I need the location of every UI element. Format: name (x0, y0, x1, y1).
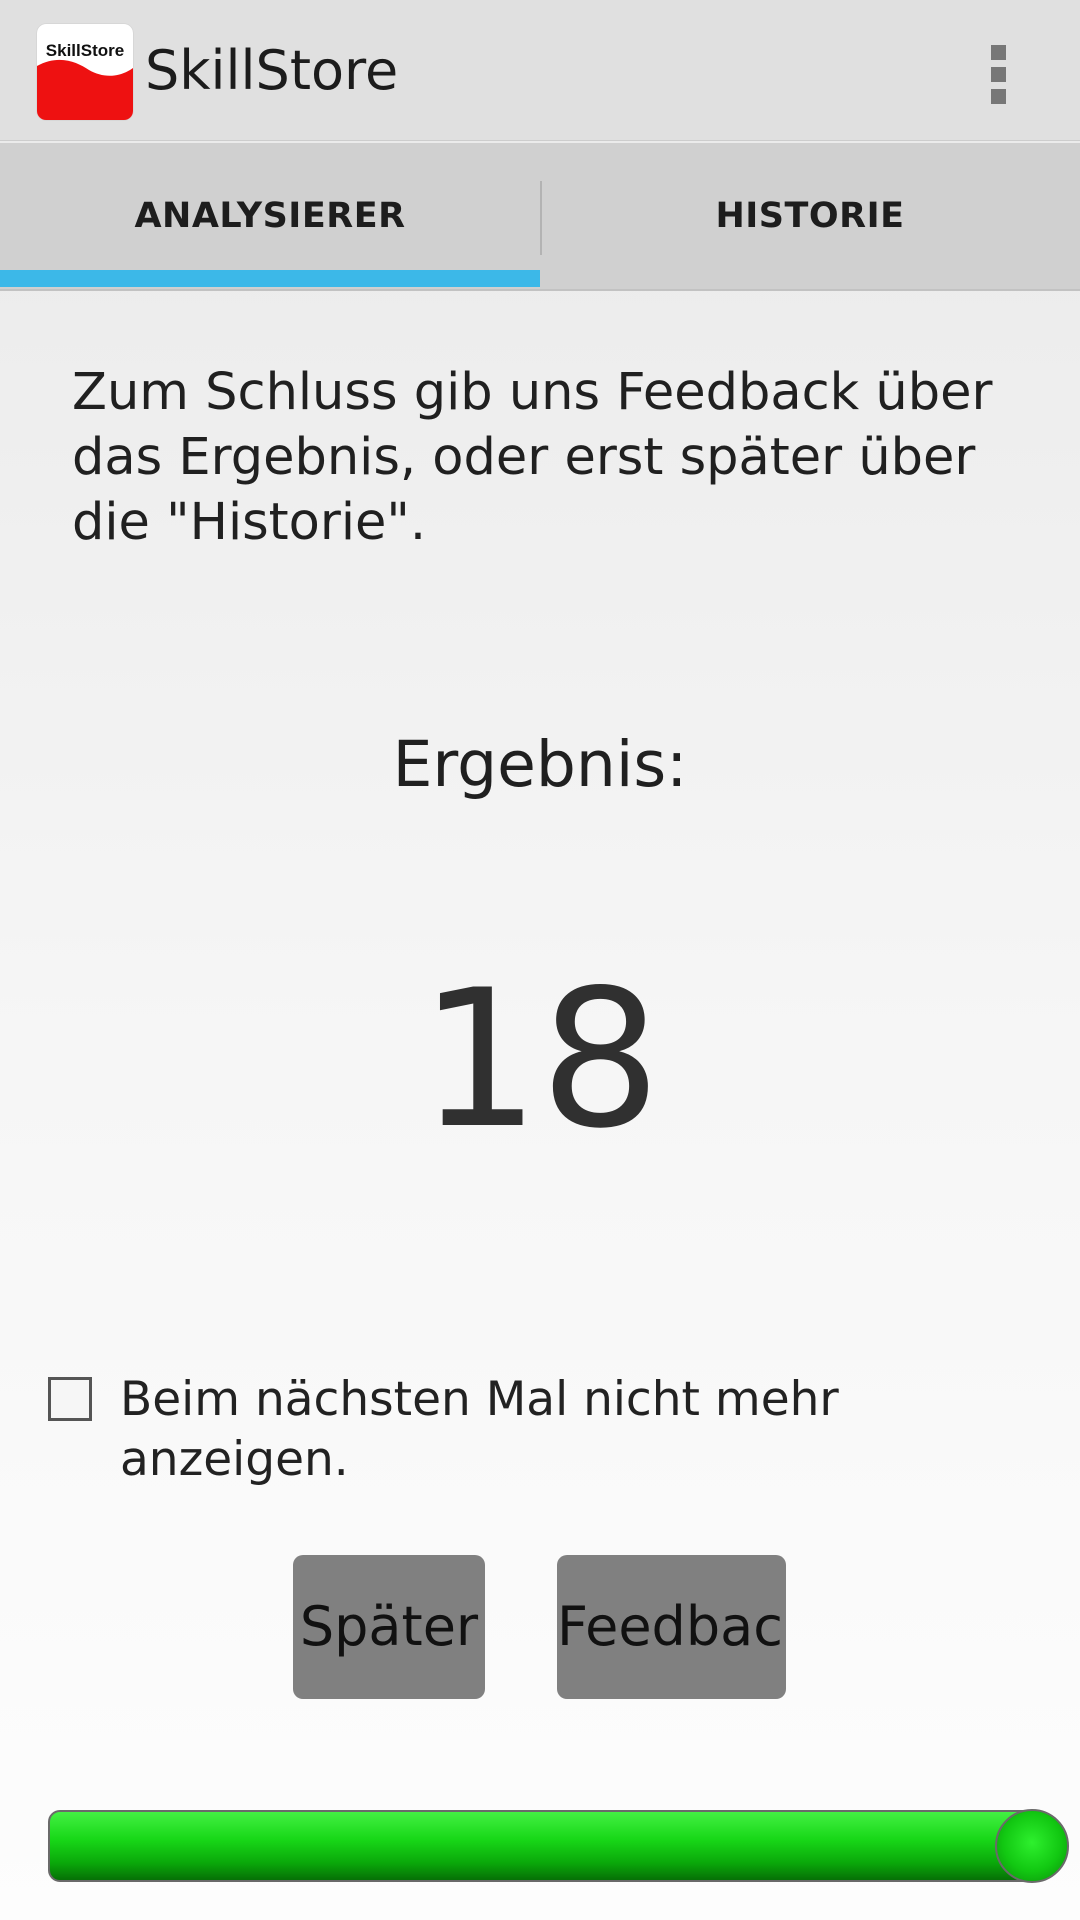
tab-analysierer[interactable]: ANALYSIERER (0, 143, 540, 289)
tab-historie[interactable]: HISTORIE (540, 143, 1080, 289)
tab-selected-indicator (0, 270, 540, 287)
tab-bar: ANALYSIERER HISTORIE (0, 143, 1080, 291)
dont-show-again-label[interactable]: Beim nächsten Mal nicht mehr anzeigen. (120, 1370, 1080, 1490)
progress-slider-track[interactable] (48, 1810, 1038, 1882)
logo-text: SkillStore (45, 41, 125, 60)
intro-text: Zum Schluss gib uns Feedback über das Er… (72, 363, 993, 552)
later-button[interactable]: Später (293, 1555, 485, 1699)
menu-dot (991, 67, 1006, 82)
dont-show-again-checkbox[interactable] (48, 1377, 92, 1421)
progress-slider-thumb[interactable] (995, 1809, 1069, 1883)
menu-dot (991, 45, 1006, 60)
menu-dot (991, 89, 1006, 104)
app-bar: SkillStore SkillStore (0, 0, 1080, 141)
result-value: 18 (419, 949, 661, 1170)
feedback-button[interactable]: Feedback (557, 1555, 786, 1699)
more-vertical-icon[interactable] (978, 40, 1018, 110)
skillstore-logo-icon: SkillStore (37, 24, 133, 120)
result-label: Ergebnis: (392, 728, 688, 801)
app-title: SkillStore (145, 39, 399, 102)
